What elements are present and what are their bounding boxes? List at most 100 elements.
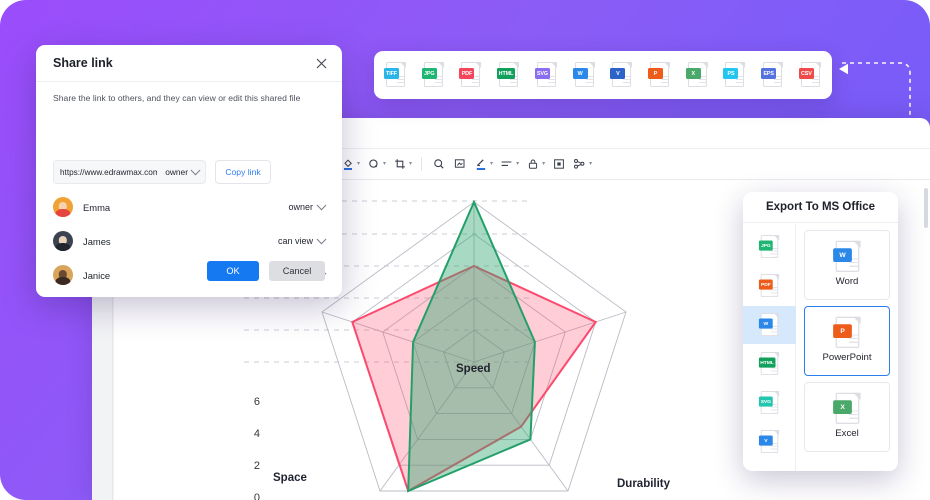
file-icon-csv[interactable]: CSV [798,61,822,89]
file-fold-corner [588,62,595,68]
file-icon-eps[interactable]: EPS [761,61,784,89]
copy-link-button[interactable]: Copy link [215,160,271,184]
export-card-label: PowerPoint [822,352,872,363]
file-icon-svg[interactable]: SVG [758,390,779,416]
dialog-header: Share link [36,45,342,82]
file-format-label: TIFF [384,68,399,79]
radar-axis-label-speed: Speed [456,363,491,375]
file-fold-corner [773,235,779,241]
toolbar-divider [421,157,423,171]
share-link-dialog: Share link Share the link to others, and… [36,45,342,297]
share-link-input[interactable]: https://www.edrawmax.com/online/fil owne… [53,160,206,184]
link-permission-dropdown[interactable]: owner [165,164,201,177]
radar-axis-label-space: Space [273,472,307,484]
file-icon-w[interactable]: W [572,61,596,89]
file-icon-jpg[interactable]: JPG [758,234,779,260]
file-format-label: JPG [758,240,773,251]
file-icon-v[interactable]: V [758,429,779,455]
file-fold-corner [513,62,520,68]
list-item[interactable]: Emma owner [53,195,327,219]
file-fold-corner [852,392,861,401]
page-title: Share link [53,56,113,70]
file-format-label: X [685,68,701,79]
dialog-actions: OK Cancel [207,261,325,281]
shadow-icon[interactable] [363,154,384,175]
file-fold-corner [814,62,821,68]
file-icon-w[interactable]: W [832,240,862,275]
crop-icon[interactable] [389,154,410,175]
person-name: Janice [83,269,111,281]
list-item[interactable]: James can view [53,229,327,253]
file-format-label: PDF [758,279,773,290]
share-link-row: https://www.edrawmax.com/online/fil owne… [53,160,271,184]
file-icon-html[interactable]: HTML [497,61,520,89]
export-card-excel[interactable]: X Excel [804,382,890,452]
export-rail-item-svg[interactable]: SVG [743,384,796,422]
file-fold-corner [701,62,708,68]
file-icon-v[interactable]: V [610,61,633,89]
file-icon-html[interactable]: HTML [758,351,779,377]
export-rail-item-jpg[interactable]: JPG [743,228,796,266]
export-rail-item-w[interactable]: W [743,306,796,344]
export-format-rail: JPG PDF W HTML SVG V [743,224,796,471]
file-format-label: PDF [459,68,475,79]
export-card-label: Excel [835,428,859,439]
file-format-label: HTML [497,68,515,79]
file-format-label: EPS [761,68,777,79]
line-color-icon[interactable] [470,154,491,175]
file-icon-pdf[interactable]: PDF [459,61,482,89]
lock-icon[interactable] [522,154,543,175]
file-format-label: W [572,68,588,79]
screenshot-root: Help ▾ ▾ [0,0,930,500]
file-format-label: HTML [758,357,775,368]
chevron-down-icon [316,233,327,244]
file-fold-corner [773,430,779,436]
file-icon-ps[interactable]: PS [723,61,746,89]
chevron-down-icon [316,199,327,210]
file-fold-corner [852,240,861,249]
person-permission-label: can view [277,236,313,246]
file-icon-p[interactable]: P [648,61,671,89]
dialog-subtitle: Share the link to others, and they can v… [53,93,301,103]
axis-tick-2: 2 [253,460,260,472]
replace-icon[interactable] [449,154,470,175]
link-permission-label: owner [165,167,188,177]
radar-axis-label-durability: Durability [617,478,671,490]
export-card-word[interactable]: W Word [804,230,890,300]
file-format-label: PS [723,68,739,79]
file-format-label: V [758,435,773,446]
file-fold-corner [437,62,444,68]
file-icon-tiff[interactable]: TIFF [384,61,407,89]
export-rail-item-v[interactable]: V [743,423,796,461]
ok-button[interactable]: OK [207,261,259,281]
search-icon[interactable] [428,154,449,175]
arrow-left-icon [838,62,854,81]
center-icon[interactable] [548,154,569,175]
file-format-label: V [610,68,626,79]
close-icon[interactable] [313,55,329,71]
file-icon-w[interactable]: W [758,312,779,338]
file-icon-x[interactable]: X [832,392,862,427]
person-permission-dropdown[interactable]: can view [277,233,327,246]
export-rail-item-pdf[interactable]: PDF [743,267,796,305]
file-icon-x[interactable]: X [685,61,709,89]
file-icon-pdf[interactable]: PDF [758,273,779,299]
file-icon-p[interactable]: P [832,316,862,351]
chevron-down-icon [190,164,201,175]
file-fold-corner [550,62,557,68]
file-fold-corner [626,62,633,68]
file-format-label: P [648,68,664,79]
export-card-powerpoint[interactable]: P PowerPoint [804,306,890,376]
series-sports-car [407,199,536,493]
file-icon-svg[interactable]: SVG [534,61,558,89]
person-permission-dropdown[interactable]: owner [288,199,327,212]
cancel-button[interactable]: Cancel [269,261,325,281]
file-icon-jpg[interactable]: JPG [421,61,445,89]
line-style-icon[interactable] [496,154,517,175]
person-name: James [83,235,111,247]
export-panel-body: JPG PDF W HTML SVG V W Word P PowerPoint X Excel [743,224,898,471]
export-rail-item-html[interactable]: HTML [743,345,796,383]
connections-icon[interactable] [569,154,590,175]
avatar [53,197,73,217]
file-fold-corner [739,62,746,68]
